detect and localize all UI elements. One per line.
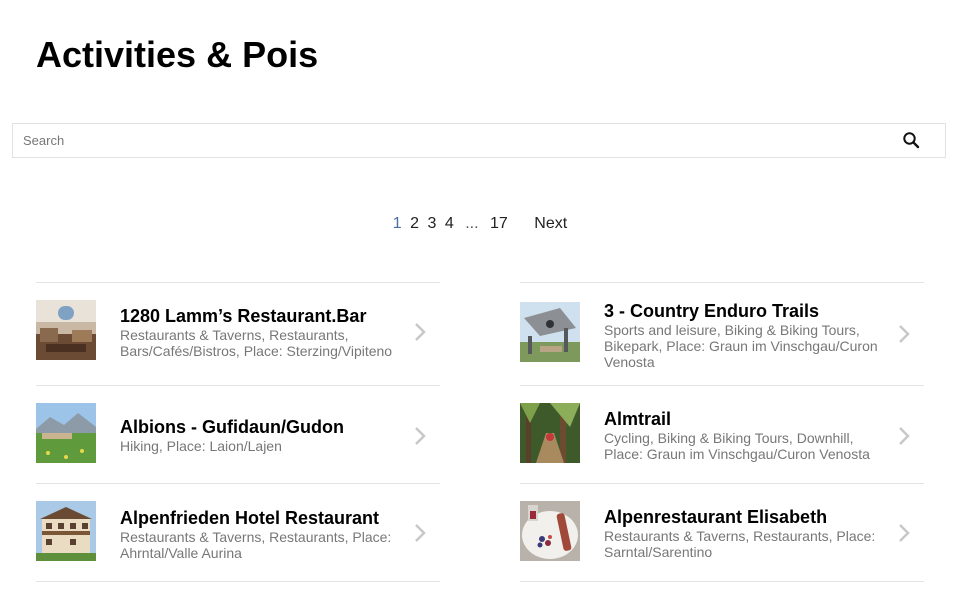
- page-link-2[interactable]: 2: [410, 214, 419, 234]
- item-name: Alpenrestaurant Elisabeth: [604, 507, 828, 527]
- next-page-link[interactable]: Next: [534, 214, 567, 234]
- search-icon[interactable]: [902, 131, 920, 149]
- item-categories: Restaurants & Taverns, Restaurants, Plac…: [120, 529, 392, 561]
- page-link-1[interactable]: 1: [393, 214, 402, 234]
- list-item[interactable]: Alpenrestaurant Elisabeth Restaurants & …: [520, 484, 924, 582]
- item-name: 1280 Lamm’s Restaurant.Bar: [120, 306, 367, 326]
- thumbnail-restaurant-interior: [36, 300, 96, 360]
- thumbnail-alpine-meadow: [36, 403, 96, 463]
- item-categories: Restaurants & Taverns, Restaurants, Plac…: [604, 528, 876, 560]
- item-categories: Sports and leisure, Biking & Biking Tour…: [604, 322, 878, 370]
- thumbnail-dessert-plate: [520, 501, 580, 561]
- search-input[interactable]: [13, 124, 873, 157]
- poi-list-left: 1280 Lamm’s Restaurant.Bar Restaurants &…: [36, 282, 440, 582]
- pagination-ellipsis: ...: [465, 215, 479, 232]
- thumbnail-hotel-building: [36, 501, 96, 561]
- list-item[interactable]: Almtrail Cycling, Biking & Biking Tours,…: [520, 386, 924, 484]
- list-item[interactable]: Albions - Gufidaun/Gudon Hiking, Place: …: [36, 386, 440, 484]
- item-categories: Hiking, Place: Laion/Lajen: [120, 438, 282, 454]
- chevron-right-icon: [899, 524, 910, 542]
- poi-list-right: 3 - Country Enduro Trails Sports and lei…: [520, 282, 924, 582]
- thumbnail-bike-ramp: [520, 302, 580, 362]
- item-name: Alpenfrieden Hotel Restaurant: [120, 508, 380, 528]
- list-item[interactable]: Alpenfrieden Hotel Restaurant Restaurant…: [36, 484, 440, 582]
- item-name: Albions - Gufidaun/Gudon: [120, 417, 344, 437]
- page-link-4[interactable]: 4: [445, 214, 454, 234]
- chevron-right-icon: [899, 427, 910, 445]
- chevron-right-icon: [415, 427, 426, 445]
- chevron-right-icon: [899, 325, 910, 343]
- item-categories: Cycling, Biking & Biking Tours, Downhill…: [604, 430, 870, 462]
- thumbnail-forest-trail: [520, 403, 580, 463]
- list-item[interactable]: 3 - Country Enduro Trails Sports and lei…: [520, 283, 924, 386]
- pagination: 1 2 3 4 ... 17 Next: [0, 214, 960, 234]
- page-link-3[interactable]: 3: [428, 214, 437, 234]
- page-title: Activities & Pois: [36, 34, 319, 75]
- chevron-right-icon: [415, 323, 426, 341]
- item-categories: Restaurants & Taverns, Restaurants, Bars…: [120, 327, 393, 359]
- list-item[interactable]: 1280 Lamm’s Restaurant.Bar Restaurants &…: [36, 283, 440, 386]
- page-link-17[interactable]: 17: [490, 214, 508, 234]
- item-name: Almtrail: [604, 409, 672, 429]
- item-name: 3 - Country Enduro Trails: [604, 301, 820, 321]
- chevron-right-icon: [415, 524, 426, 542]
- search-bar: [12, 123, 946, 158]
